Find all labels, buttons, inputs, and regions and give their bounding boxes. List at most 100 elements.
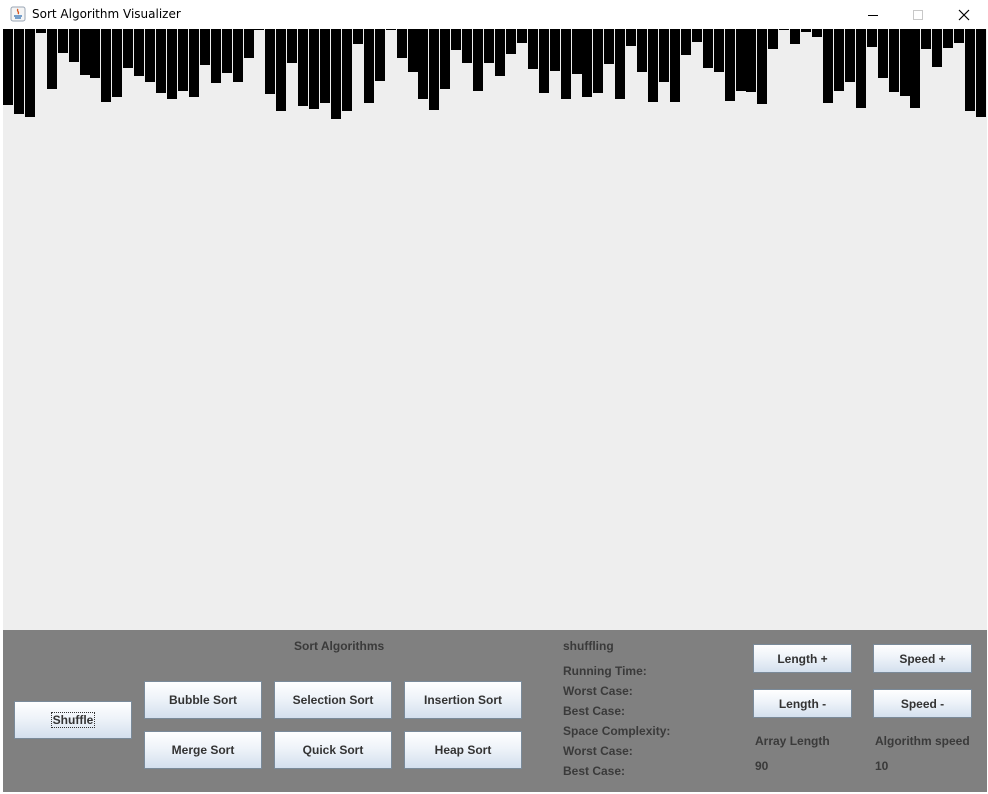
array-bar (746, 29, 756, 92)
window-title: Sort Algorithm Visualizer (32, 7, 181, 21)
array-bar (604, 29, 614, 64)
array-bar (779, 29, 789, 30)
array-bar (353, 29, 363, 44)
array-bar (637, 29, 647, 72)
array-bar (429, 29, 439, 110)
array-bar (484, 29, 494, 63)
array-bar (14, 29, 24, 114)
close-button[interactable] (941, 0, 987, 29)
array-bar (462, 29, 472, 63)
array-bar (495, 29, 505, 76)
insertion-sort-button[interactable]: Insertion Sort (404, 681, 522, 719)
shuffle-button-label: Shuffle (50, 712, 96, 728)
array-bar (954, 29, 964, 43)
heap-sort-button[interactable]: Heap Sort (404, 731, 522, 769)
space-complexity-label: Space Complexity: (563, 724, 671, 738)
array-bar (506, 29, 516, 54)
array-bar (112, 29, 122, 97)
quick-sort-button[interactable]: Quick Sort (274, 731, 392, 769)
array-bar (900, 29, 910, 96)
speed-plus-button[interactable]: Speed + (873, 644, 972, 673)
array-bar (167, 29, 177, 99)
array-bar (58, 29, 68, 53)
array-bar (178, 29, 188, 91)
array-bar (736, 29, 746, 91)
array-bar (25, 29, 35, 117)
array-bar (298, 29, 308, 106)
array-bar (878, 29, 888, 78)
array-bar (889, 29, 899, 92)
title-bar: Sort Algorithm Visualizer (0, 0, 988, 29)
length-plus-button[interactable]: Length + (753, 644, 852, 673)
array-bar (36, 29, 46, 33)
length-minus-button[interactable]: Length - (753, 689, 852, 718)
array-bar (757, 29, 767, 104)
maximize-button[interactable] (895, 0, 941, 29)
running-time-label: Running Time: (563, 664, 647, 678)
array-bar (582, 29, 592, 97)
shuffle-button[interactable]: Shuffle (14, 701, 132, 739)
control-panel: Shuffle Sort Algorithms Bubble Sort Sele… (3, 630, 987, 792)
array-bar (845, 29, 855, 82)
array-bar (823, 29, 833, 103)
selection-sort-button[interactable]: Selection Sort (274, 681, 392, 719)
array-bar (80, 29, 90, 75)
array-bar (90, 29, 100, 78)
array-bar (156, 29, 166, 93)
array-bar (725, 29, 735, 101)
array-bar (397, 29, 407, 58)
running-worst-case-label: Worst Case: (563, 684, 633, 698)
array-bar (943, 29, 953, 48)
array-bar (408, 29, 418, 72)
array-bar (790, 29, 800, 44)
array-bar (812, 29, 822, 37)
array-bar (517, 29, 527, 43)
array-bar (539, 29, 549, 93)
algorithm-speed-label: Algorithm speed (875, 734, 970, 748)
array-length-label: Array Length (755, 734, 830, 748)
array-bar (386, 29, 396, 30)
status-label: shuffling (563, 639, 614, 653)
array-bar (910, 29, 920, 108)
array-bar (593, 29, 603, 93)
close-icon (958, 9, 970, 20)
algorithm-speed-value: 10 (875, 759, 889, 773)
array-bar (244, 29, 254, 58)
array-bar (550, 29, 560, 71)
space-worst-case-label: Worst Case: (563, 744, 633, 758)
array-bar (101, 29, 111, 102)
array-bar (626, 29, 636, 46)
array-bar (342, 29, 352, 111)
array-bar (615, 29, 625, 99)
array-bar (451, 29, 461, 50)
array-bar (965, 29, 975, 111)
array-bar (932, 29, 942, 67)
array-bar (976, 29, 986, 117)
minimize-button[interactable] (850, 0, 896, 29)
array-length-value: 90 (755, 759, 769, 773)
array-bar (200, 29, 210, 65)
array-bar (418, 29, 428, 99)
array-bar (287, 29, 297, 63)
java-app-icon (10, 6, 26, 22)
array-bar (714, 29, 724, 72)
array-bar (801, 29, 811, 32)
array-bar (233, 29, 243, 82)
array-bar (440, 29, 450, 89)
bubble-sort-button[interactable]: Bubble Sort (144, 681, 262, 719)
array-bar (834, 29, 844, 91)
array-bar (309, 29, 319, 109)
speed-minus-button[interactable]: Speed - (873, 689, 972, 718)
array-bar (47, 29, 57, 89)
array-bar (211, 29, 221, 83)
array-bar (134, 29, 144, 76)
maximize-icon (913, 9, 923, 20)
array-bar (222, 29, 232, 73)
array-bar (254, 29, 264, 30)
array-bar (331, 29, 341, 119)
array-bar (856, 29, 866, 108)
array-bar (276, 29, 286, 111)
array-bar (867, 29, 877, 47)
merge-sort-button[interactable]: Merge Sort (144, 731, 262, 769)
array-bar (3, 29, 13, 105)
